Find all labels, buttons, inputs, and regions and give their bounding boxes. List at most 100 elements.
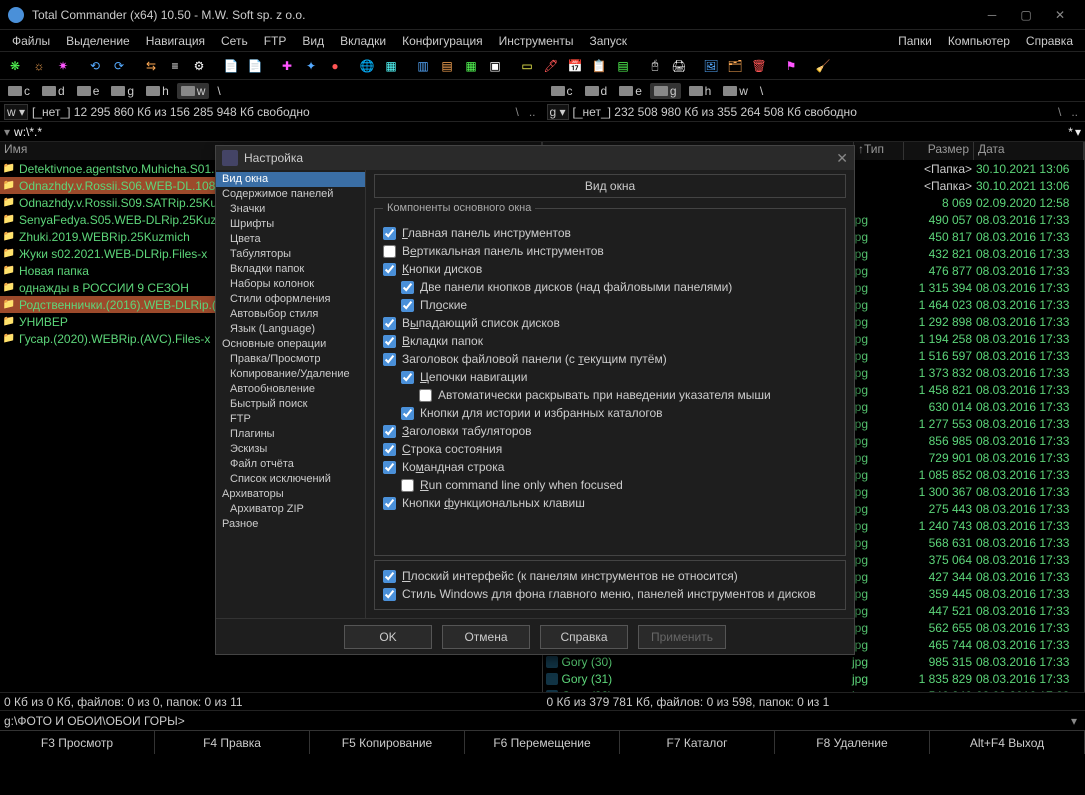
toolbar-btn-35[interactable]: 🖼	[700, 55, 722, 77]
menu-Навигация[interactable]: Навигация	[138, 30, 213, 51]
toolbar-btn-21[interactable]: ▥	[412, 55, 434, 77]
drive-g[interactable]: g	[650, 83, 681, 99]
toolbar-btn-1[interactable]: ☼	[28, 55, 50, 77]
checkbox[interactable]	[401, 407, 414, 420]
close-button[interactable]: ✕	[1043, 4, 1077, 26]
checkbox[interactable]	[401, 371, 414, 384]
tree-item[interactable]: Стили оформления	[216, 292, 365, 307]
cmd-input[interactable]	[189, 714, 1067, 728]
menu-Вид[interactable]: Вид	[294, 30, 332, 51]
checkbox[interactable]	[401, 479, 414, 492]
checkbox[interactable]	[401, 299, 414, 312]
checkbox-option[interactable]: Кнопки функциональных клавиш	[383, 494, 837, 512]
drive-w[interactable]: w	[719, 83, 752, 99]
checkbox-option[interactable]: Вкладки папок	[383, 332, 837, 350]
checkbox-option[interactable]: Цепочки навигации	[383, 368, 837, 386]
toolbar-btn-12[interactable]: 📄	[244, 55, 266, 77]
toolbar-btn-32[interactable]: 🖰	[644, 55, 666, 77]
menu-Сеть[interactable]: Сеть	[213, 30, 256, 51]
left-path-arrow[interactable]: ▾	[4, 125, 10, 139]
toolbar-btn-22[interactable]: ▤	[436, 55, 458, 77]
toolbar-btn-0[interactable]: ❋	[4, 55, 26, 77]
file-row[interactable]: Gory (30)jpg985 31508.03.2016 17:33	[543, 653, 1085, 670]
left-path[interactable]: w:\*.*	[14, 125, 42, 139]
drive-h[interactable]: h	[685, 83, 716, 99]
right-drive-select[interactable]: g ▾	[547, 104, 569, 120]
toolbar-btn-27[interactable]: 🖊	[540, 55, 562, 77]
toolbar-btn-24[interactable]: ▣	[484, 55, 506, 77]
fn-F7[interactable]: F7 Каталог	[620, 731, 775, 754]
right-path-dd[interactable]: ▾	[1075, 125, 1081, 139]
checkbox-option[interactable]: Выпадающий список дисков	[383, 314, 837, 332]
toolbar-btn-36[interactable]: 🗂	[724, 55, 746, 77]
checkbox-option[interactable]: Строка состояния	[383, 440, 837, 458]
checkbox[interactable]	[383, 353, 396, 366]
col-type[interactable]: ↑Тип	[854, 142, 904, 160]
toolbar-btn-9[interactable]: ⚙	[188, 55, 210, 77]
file-row[interactable]: Gory (31)jpg1 835 82908.03.2016 17:33	[543, 670, 1085, 687]
toolbar-btn-11[interactable]: 📄	[220, 55, 242, 77]
tree-item[interactable]: Табуляторы	[216, 247, 365, 262]
right-nav-up[interactable]: ..	[1068, 105, 1081, 119]
tree-item[interactable]: Быстрый поиск	[216, 397, 365, 412]
menu-Инструменты[interactable]: Инструменты	[491, 30, 582, 51]
drive-e[interactable]: e	[73, 83, 104, 99]
drive-c[interactable]: c	[547, 83, 577, 99]
tree-item[interactable]: Содержимое панелей	[216, 187, 365, 202]
tree-item[interactable]: Автовыбор стиля	[216, 307, 365, 322]
fn-F3[interactable]: F3 Просмотр	[0, 731, 155, 754]
tree-item[interactable]: Список исключений	[216, 472, 365, 487]
drive-g[interactable]: g	[107, 83, 138, 99]
cancel-button[interactable]: Отмена	[442, 625, 530, 649]
toolbar-btn-26[interactable]: ▭	[516, 55, 538, 77]
tree-item[interactable]: Архиваторы	[216, 487, 365, 502]
menu-Файлы[interactable]: Файлы	[4, 30, 58, 51]
checkbox[interactable]	[383, 227, 396, 240]
toolbar-btn-8[interactable]: ≡	[164, 55, 186, 77]
toolbar-btn-33[interactable]: 🖨	[668, 55, 690, 77]
toolbar-btn-41[interactable]: 🧹	[812, 55, 834, 77]
checkbox[interactable]	[383, 443, 396, 456]
checkbox[interactable]	[401, 281, 414, 294]
checkbox-option[interactable]: Стиль Windows для фона главного меню, па…	[383, 585, 837, 603]
drive-\[interactable]: \	[213, 83, 224, 99]
drive-d[interactable]: d	[581, 83, 612, 99]
tree-item[interactable]: Автообновление	[216, 382, 365, 397]
toolbar-btn-7[interactable]: ⇆	[140, 55, 162, 77]
toolbar-btn-39[interactable]: ⚑	[780, 55, 802, 77]
checkbox[interactable]	[383, 497, 396, 510]
menu-Папки[interactable]: Папки	[890, 30, 940, 51]
right-nav-root[interactable]: \	[1055, 105, 1064, 119]
menu-Запуск[interactable]: Запуск	[582, 30, 636, 51]
tree-item[interactable]: Основные операции	[216, 337, 365, 352]
toolbar-btn-28[interactable]: 📅	[564, 55, 586, 77]
toolbar-btn-14[interactable]: ✚	[276, 55, 298, 77]
drive-c[interactable]: c	[4, 83, 34, 99]
toolbar-btn-5[interactable]: ⟳	[108, 55, 130, 77]
toolbar-btn-18[interactable]: 🌐	[356, 55, 378, 77]
menu-Компьютер[interactable]: Компьютер	[940, 30, 1018, 51]
tree-item[interactable]: Шрифты	[216, 217, 365, 232]
col-size[interactable]: Размер	[904, 142, 974, 160]
tree-item[interactable]: Плагины	[216, 427, 365, 442]
checkbox-option[interactable]: Заголовок файловой панели (с текущим пут…	[383, 350, 837, 368]
toolbar-btn-23[interactable]: ▦	[460, 55, 482, 77]
checkbox-option[interactable]: Плоские	[383, 296, 837, 314]
menu-Выделение[interactable]: Выделение	[58, 30, 138, 51]
checkbox-option[interactable]: Run command line only when focused	[383, 476, 837, 494]
help-button[interactable]: Справка	[540, 625, 628, 649]
tree-item[interactable]: Файл отчёта	[216, 457, 365, 472]
checkbox-option[interactable]: Заголовки табуляторов	[383, 422, 837, 440]
checkbox-option[interactable]: Автоматически раскрывать при наведении у…	[383, 386, 837, 404]
maximize-button[interactable]: ▢	[1009, 4, 1043, 26]
tree-item[interactable]: Наборы колонок	[216, 277, 365, 292]
tree-item[interactable]: Архиватор ZIP	[216, 502, 365, 517]
fn-F8[interactable]: F8 Удаление	[775, 731, 930, 754]
fn-Alt+F4[interactable]: Alt+F4 Выход	[930, 731, 1085, 754]
drive-d[interactable]: d	[38, 83, 69, 99]
toolbar-btn-2[interactable]: ✷	[52, 55, 74, 77]
menu-Справка[interactable]: Справка	[1018, 30, 1081, 51]
checkbox-option[interactable]: Две панели кнопков дисков (над файловыми…	[383, 278, 837, 296]
tree-item[interactable]: Копирование/Удаление	[216, 367, 365, 382]
checkbox[interactable]	[419, 389, 432, 402]
